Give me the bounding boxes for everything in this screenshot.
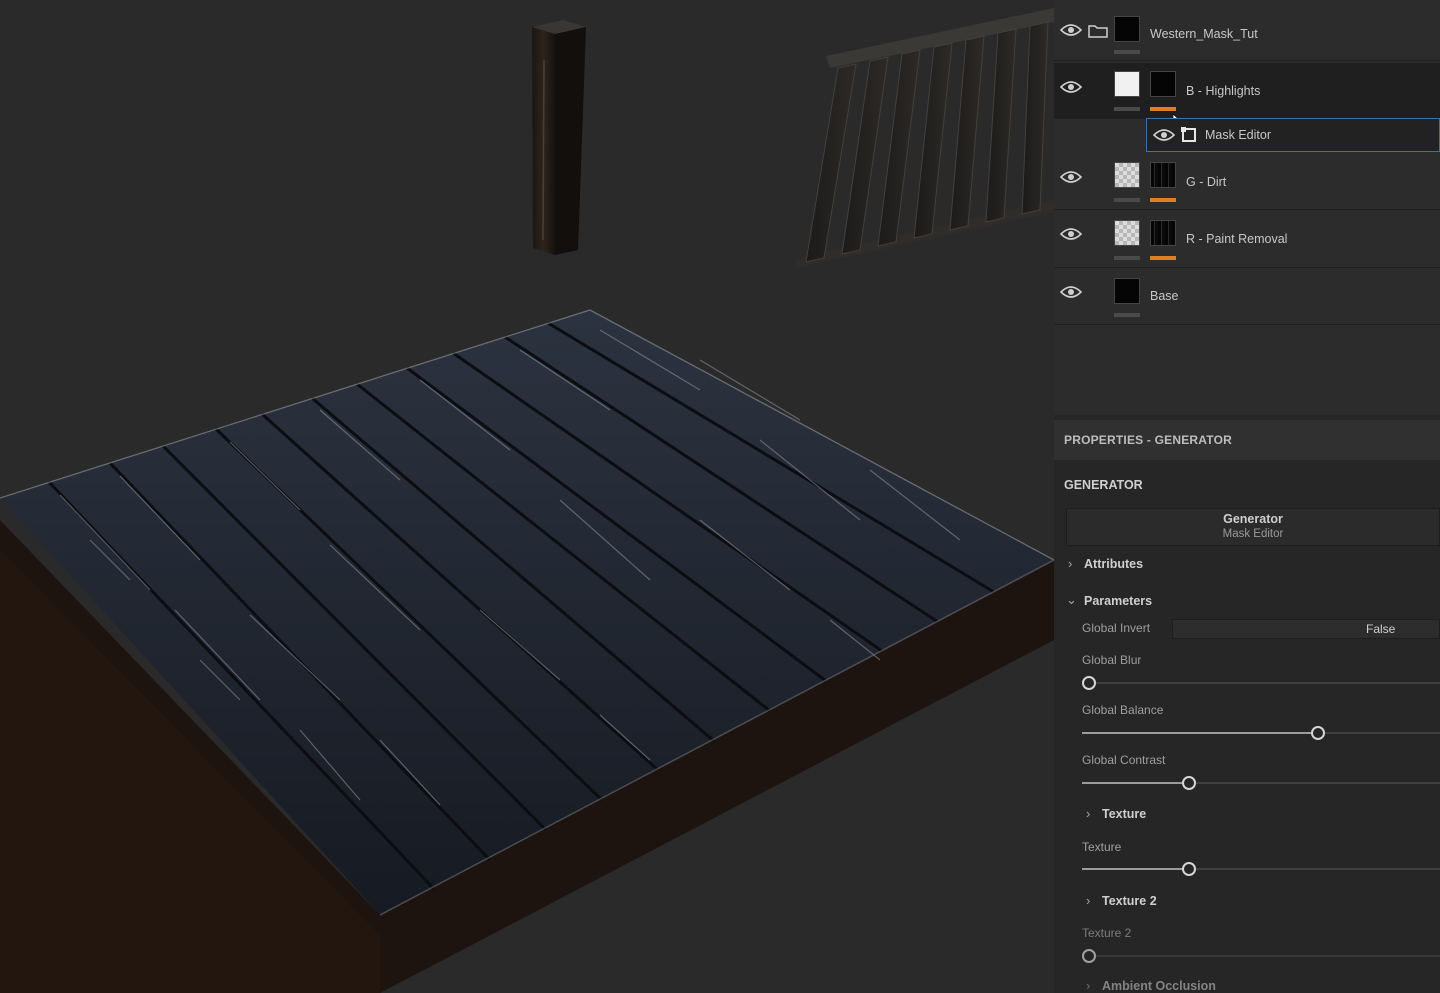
layer-thumbnail [1114,162,1140,188]
mask-thumbnail[interactable] [1150,71,1176,97]
slider-fill [1082,868,1190,870]
mask-thumbnail[interactable] [1150,220,1176,246]
viewport-scene [0,8,1054,993]
global-blur-slider[interactable] [1082,676,1440,690]
mask-bar [1150,107,1176,111]
layer-thumbnail [1114,71,1140,97]
eye-icon[interactable] [1060,285,1082,299]
generator-icon [1181,127,1196,142]
generator-picker[interactable]: Generator Mask Editor [1066,508,1440,546]
texture2-label: Texture 2 [1082,926,1132,940]
texture2-slider[interactable] [1082,949,1440,963]
eye-icon[interactable] [1060,23,1082,37]
layer-name: R - Paint Removal [1186,232,1288,246]
layer-row-mask-editor[interactable]: Mask Editor [1146,118,1440,152]
parameters-toggle[interactable]: Parameters [1084,594,1152,608]
layer-bar [1114,256,1140,260]
layer-thumbnail [1114,16,1140,42]
layer-bar [1114,107,1140,111]
global-invert-label: Global Invert [1082,621,1151,635]
slider-fill [1082,782,1190,784]
layer-stack: Western_Mask_Tut B - Highlights Mask Edi… [1054,0,1440,415]
generator-section-title: GENERATOR [1064,478,1143,492]
folder-icon [1088,25,1108,38]
slider-handle[interactable] [1082,949,1096,963]
layer-row-b-highlights[interactable]: B - Highlights [1054,63,1440,129]
global-balance-label: Global Balance [1082,703,1164,717]
slider-handle[interactable] [1082,676,1096,690]
railing-model [796,8,1054,268]
global-invert-value: False [1366,622,1396,636]
layer-bar [1114,313,1140,317]
eye-icon[interactable] [1153,128,1175,142]
texture-toggle[interactable]: Texture [1102,807,1146,821]
texture-slider[interactable] [1082,862,1440,876]
chevron-right-icon[interactable]: › [1086,893,1090,908]
ambient-occlusion-toggle[interactable]: Ambient Occlusion [1102,979,1216,993]
generator-title: Generator [1223,512,1283,526]
layer-folder-row[interactable]: Western_Mask_Tut [1054,0,1440,61]
layer-bar [1114,198,1140,202]
global-contrast-label: Global Contrast [1082,753,1166,767]
layer-name: G - Dirt [1186,175,1227,189]
slider-handle[interactable] [1182,776,1197,790]
chevron-right-icon[interactable]: › [1086,978,1090,993]
mask-bar [1150,198,1176,202]
chevron-right-icon[interactable]: › [1086,806,1090,821]
global-blur-label: Global Blur [1082,653,1142,667]
layer-row-g-dirt[interactable]: G - Dirt [1054,153,1440,210]
mask-thumbnail[interactable] [1150,162,1176,188]
chevron-down-icon[interactable]: ⌄ [1066,592,1077,608]
eye-icon[interactable] [1060,170,1082,184]
viewport-3d[interactable] [0,0,1054,993]
global-invert-dropdown[interactable]: False [1172,619,1440,639]
slider-fill [1082,732,1319,734]
post-model [532,20,586,255]
layer-name: B - Highlights [1186,84,1261,98]
texture-label: Texture [1082,840,1122,854]
slider-handle[interactable] [1311,726,1326,740]
properties-header: PROPERTIES - GENERATOR [1054,420,1440,460]
eye-icon[interactable] [1060,80,1082,94]
layer-row-r-paint-removal[interactable]: R - Paint Removal [1054,210,1440,268]
global-contrast-slider[interactable] [1082,776,1440,790]
layer-name: Western_Mask_Tut [1150,27,1258,41]
eye-icon[interactable] [1060,227,1082,241]
layer-name: Base [1150,289,1179,303]
layer-thumbnail [1114,220,1140,246]
layer-bar [1114,50,1140,54]
slider-handle[interactable] [1182,862,1197,876]
layer-thumbnail [1114,278,1140,304]
generator-subtitle: Mask Editor [1222,528,1284,540]
mask-bar [1150,256,1176,260]
texture2-toggle[interactable]: Texture 2 [1102,894,1157,908]
attributes-toggle[interactable]: Attributes [1084,557,1143,571]
global-balance-slider[interactable] [1082,726,1440,740]
layer-name: Mask Editor [1205,128,1271,142]
right-panel: Western_Mask_Tut B - Highlights Mask Edi… [1054,0,1440,993]
layer-row-base[interactable]: Base [1054,268,1440,325]
chevron-right-icon[interactable]: › [1068,556,1072,571]
